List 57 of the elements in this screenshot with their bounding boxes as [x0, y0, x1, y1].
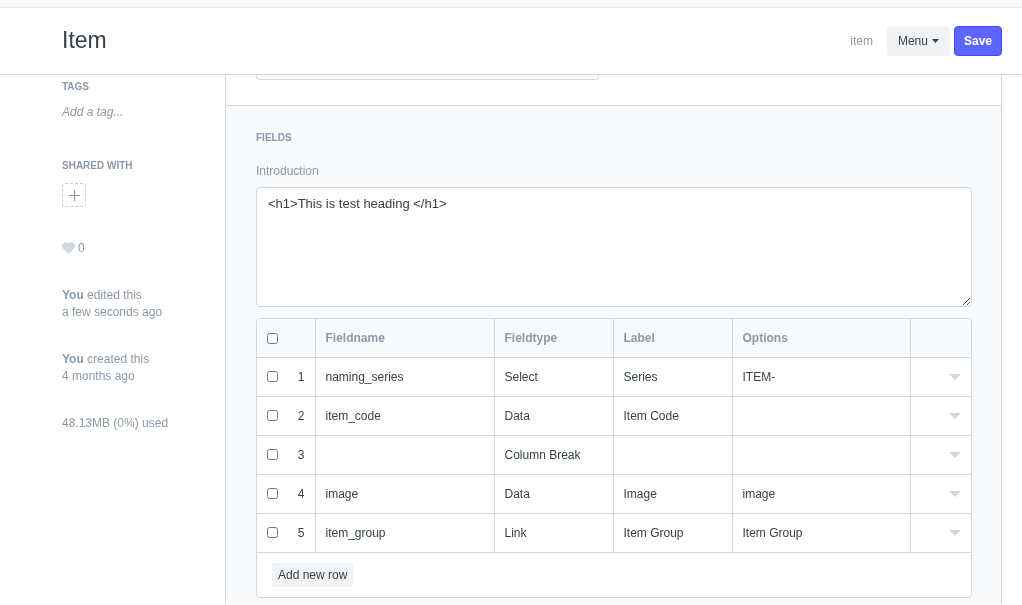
table-cell: Data	[504, 408, 530, 423]
caret-icon	[931, 39, 939, 43]
row-checkbox[interactable]	[267, 371, 278, 382]
row-checkbox[interactable]	[267, 449, 278, 460]
shared-with-label: SHARED WITH	[62, 159, 134, 173]
caret-icon[interactable]	[949, 373, 961, 380]
heart-icon[interactable]	[62, 242, 75, 254]
activity-time: 4 months ago	[62, 368, 136, 385]
table-cell: ITEM-	[742, 369, 776, 384]
save-button[interactable]: Save	[953, 26, 1002, 56]
column-header: Options	[732, 319, 910, 357]
doctype-label: item	[850, 33, 873, 50]
table-cell: Item Code	[623, 408, 679, 423]
row-checkbox[interactable]	[267, 488, 278, 499]
field-label: Introduction	[256, 163, 320, 180]
row-number: 5	[297, 524, 305, 542]
column-header: Label	[613, 319, 732, 357]
table-cell: Series	[623, 369, 658, 384]
select-all-checkbox[interactable]	[267, 333, 278, 345]
caret-icon[interactable]	[949, 412, 961, 419]
column-header: Fieldtype	[494, 319, 613, 357]
plus-icon	[68, 189, 80, 201]
row-checkbox[interactable]	[267, 410, 278, 421]
section-title: FIELDS	[256, 131, 293, 145]
row-number: 4	[297, 485, 305, 503]
table-cell: naming_series	[325, 369, 404, 384]
table-cell: Data	[504, 486, 530, 501]
table-cell: Image	[623, 486, 657, 501]
column-header: Fieldname	[315, 319, 494, 357]
caret-icon[interactable]	[949, 490, 961, 497]
row-number: 1	[297, 368, 305, 386]
text-area[interactable]: <h1>This is test heading </h1>	[256, 187, 972, 307]
row-checkbox[interactable]	[267, 527, 278, 538]
page-title: Item	[62, 27, 107, 55]
table-cell: image	[325, 486, 359, 501]
row-number: 2	[297, 407, 305, 425]
table-cell: image	[742, 486, 776, 501]
activity-text: You created this	[62, 351, 151, 368]
activity-text: You edited this	[62, 287, 143, 304]
table-cell: item_code	[325, 408, 381, 423]
table-cell: Select	[504, 369, 538, 384]
row-number: 3	[297, 446, 305, 464]
storage-usage: 48.13MB (0%) used	[62, 415, 170, 432]
tags-label: TAGS	[62, 80, 91, 94]
activity-time: a few seconds ago	[62, 304, 164, 321]
table-cell: Column Break	[504, 447, 581, 462]
share-add-button[interactable]	[62, 183, 86, 207]
menu-button[interactable]: Menu	[886, 26, 950, 56]
table-cell: Item Group	[742, 525, 803, 540]
table-cell: Link	[504, 525, 527, 540]
caret-icon[interactable]	[949, 451, 961, 458]
add-row-button[interactable]: Add new row	[272, 562, 354, 587]
caret-icon[interactable]	[949, 529, 961, 536]
table-cell: Item Group	[623, 525, 684, 540]
input-field[interactable]	[256, 75, 599, 80]
table-cell: item_group	[325, 525, 386, 540]
like-count: 0	[78, 240, 85, 257]
